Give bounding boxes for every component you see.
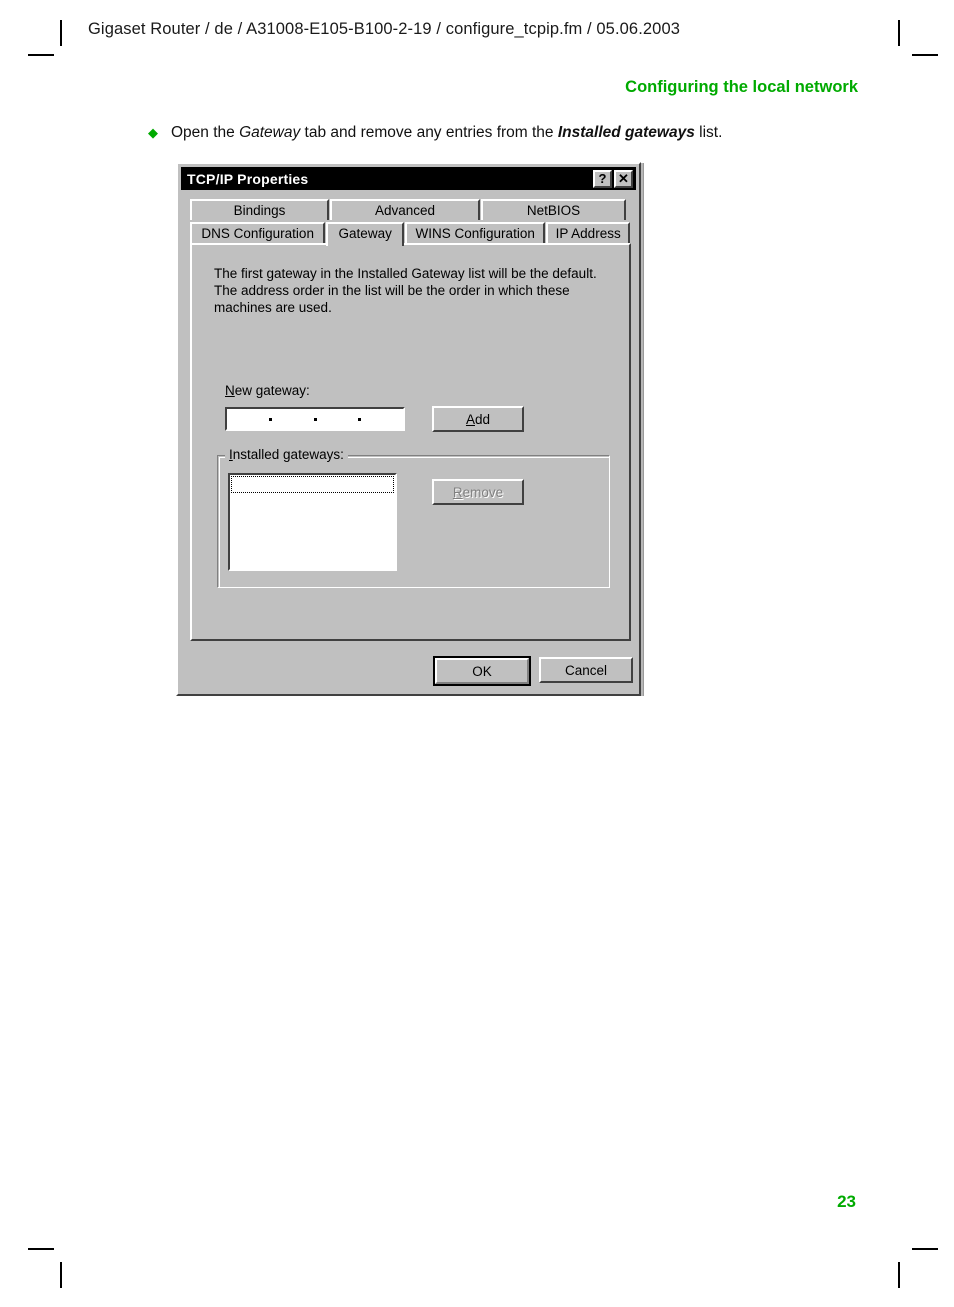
remove-button-label: Remove [453, 485, 503, 500]
gateway-tab-panel: The first gateway in the Installed Gatew… [190, 243, 631, 641]
remove-button[interactable]: Remove [432, 479, 524, 505]
installed-gateways-listbox[interactable] [228, 473, 397, 571]
instruction-emphasis-installed-gateways: Installed gateways [557, 124, 695, 141]
crop-mark-bottom-right-horizontal [912, 1248, 938, 1250]
instruction-part2: tab and remove any entries from the [300, 124, 558, 141]
bullet-diamond-icon: ◆ [148, 125, 158, 140]
crop-mark-bottom-right-vertical [898, 1262, 900, 1288]
tab-row-top: Bindings Advanced NetBIOS [190, 198, 631, 220]
crop-mark-top-right-vertical [898, 20, 900, 46]
tab-strip: Bindings Advanced NetBIOS DNS Configurat… [190, 198, 631, 246]
help-icon[interactable]: ? [593, 169, 612, 188]
instruction-part3: list. [694, 124, 723, 141]
remove-button-mnemonic: R [452, 484, 463, 500]
tab-ip-address[interactable]: IP Address [546, 222, 630, 243]
instruction-part1: Open the [171, 124, 240, 141]
instruction-emphasis-gateway: Gateway [239, 124, 301, 141]
crop-mark-top-left-vertical [60, 20, 62, 46]
tab-dns-configuration[interactable]: DNS Configuration [190, 222, 326, 243]
tab-row-bottom: DNS Configuration Gateway WINS Configura… [190, 221, 631, 246]
crop-mark-bottom-left-horizontal [28, 1248, 54, 1250]
instruction-bullet-row: ◆ Open the Gateway tab and remove any en… [148, 124, 722, 142]
new-gateway-input[interactable] [225, 407, 405, 431]
dialog-title: TCP/IP Properties [187, 170, 309, 187]
new-gateway-label: New gateway: [225, 383, 310, 398]
tab-netbios[interactable]: NetBIOS [481, 199, 626, 220]
new-gateway-label-mnemonic: N [225, 383, 235, 398]
ok-button-face: OK [435, 658, 529, 684]
crop-mark-top-right-horizontal [912, 54, 938, 56]
gateway-description: The first gateway in the Installed Gatew… [214, 266, 597, 315]
ip-separator-dot [268, 417, 272, 421]
ip-separator-dot [313, 417, 317, 421]
ok-button-label: OK [472, 663, 492, 679]
cancel-button[interactable]: Cancel [539, 657, 633, 683]
tab-wins-configuration[interactable]: WINS Configuration [405, 222, 546, 243]
installed-gateways-label-rest: nstalled gateways: [232, 447, 344, 462]
crop-mark-top-left-horizontal [28, 54, 54, 56]
add-button-label-rest: dd [474, 411, 491, 427]
tcpip-properties-dialog: TCP/IP Properties ? ✕ Bindings Advanced … [176, 162, 641, 696]
page-title: Configuring the local network [625, 78, 858, 96]
cancel-button-label: Cancel [564, 662, 608, 678]
instruction-text: Open the Gateway tab and remove any entr… [171, 124, 722, 142]
ok-button[interactable]: OK [433, 656, 531, 686]
new-gateway-label-rest: ew gateway: [234, 383, 310, 398]
add-button[interactable]: Add [432, 406, 524, 432]
remove-button-label-rest: emove [462, 484, 504, 500]
installed-gateways-label: Installed gateways: [225, 447, 348, 462]
page-number: 23 [837, 1192, 856, 1211]
listbox-focus-rectangle [231, 476, 394, 493]
crop-mark-bottom-left-vertical [60, 1262, 62, 1288]
tab-bindings[interactable]: Bindings [190, 199, 329, 220]
close-icon[interactable]: ✕ [614, 169, 633, 188]
add-button-label: Add [466, 412, 490, 427]
ip-separator-dot [358, 417, 362, 421]
add-button-mnemonic: A [465, 411, 475, 427]
tab-advanced[interactable]: Advanced [330, 199, 480, 220]
dialog-title-bar[interactable]: TCP/IP Properties ? ✕ [181, 167, 636, 190]
tab-gateway[interactable]: Gateway [326, 222, 405, 246]
document-header: Gigaset Router / de / A31008-E105-B100-2… [88, 20, 680, 38]
